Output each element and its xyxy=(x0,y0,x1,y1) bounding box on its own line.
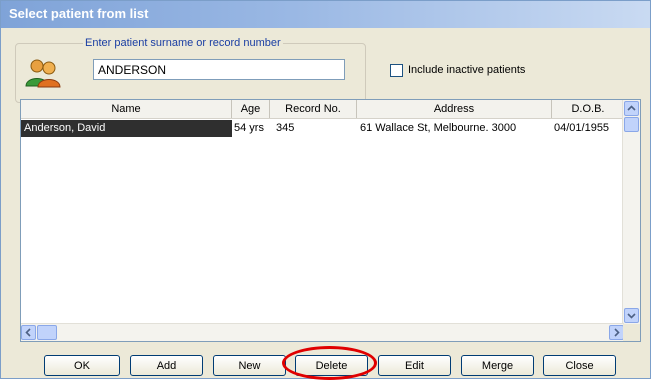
cell-name: Anderson, David xyxy=(21,120,232,137)
title-bar[interactable]: Select patient from list xyxy=(1,1,650,28)
scroll-right-button[interactable] xyxy=(609,325,624,340)
vertical-scrollbar[interactable] xyxy=(622,100,640,324)
cell-address: 61 Wallace St, Melbourne. 3000 xyxy=(360,122,517,134)
chevron-up-icon xyxy=(627,105,636,111)
new-button[interactable]: New xyxy=(213,355,286,376)
horizontal-scroll-thumb[interactable] xyxy=(37,325,57,340)
column-header-record[interactable]: Record No. xyxy=(270,100,357,118)
column-header-dob[interactable]: D.O.B. xyxy=(552,100,624,118)
include-inactive-checkbox[interactable] xyxy=(390,63,403,77)
horizontal-scrollbar[interactable] xyxy=(21,323,624,341)
search-legend: Enter patient surname or record number xyxy=(83,37,283,49)
patients-people-icon xyxy=(25,59,61,88)
scroll-up-button[interactable] xyxy=(624,101,639,116)
include-inactive-control[interactable]: Include inactive patients xyxy=(390,63,525,77)
list-header: Name Age Record No. Address D.O.B. xyxy=(21,100,624,119)
edit-button[interactable]: Edit xyxy=(378,355,451,376)
chevron-left-icon xyxy=(25,328,31,337)
vertical-scroll-thumb[interactable] xyxy=(624,117,639,132)
cell-age: 54 yrs xyxy=(234,122,264,134)
include-inactive-label[interactable]: Include inactive patients xyxy=(408,64,525,76)
table-row[interactable]: Anderson, David 54 yrs 345 61 Wallace St… xyxy=(21,120,624,137)
delete-button[interactable]: Delete xyxy=(295,355,368,376)
patient-list[interactable]: Name Age Record No. Address D.O.B. Ander… xyxy=(20,99,641,342)
chevron-right-icon xyxy=(614,328,620,337)
column-header-age[interactable]: Age xyxy=(232,100,270,118)
merge-button[interactable]: Merge xyxy=(461,355,534,376)
scrollbar-corner xyxy=(623,324,640,341)
select-patient-dialog: Select patient from list Enter patient s… xyxy=(0,0,651,380)
column-header-address[interactable]: Address xyxy=(357,100,552,118)
window-title: Select patient from list xyxy=(9,6,149,21)
ok-button[interactable]: OK xyxy=(44,355,120,376)
cell-record: 345 xyxy=(276,122,295,134)
scroll-down-button[interactable] xyxy=(624,308,639,323)
scroll-left-button[interactable] xyxy=(21,325,36,340)
cell-dob: 04/01/1955 xyxy=(554,122,610,134)
column-header-name[interactable]: Name xyxy=(21,100,232,118)
close-button[interactable]: Close xyxy=(543,355,616,376)
add-button[interactable]: Add xyxy=(130,355,203,376)
search-input[interactable] xyxy=(93,59,345,80)
chevron-down-icon xyxy=(627,313,636,319)
